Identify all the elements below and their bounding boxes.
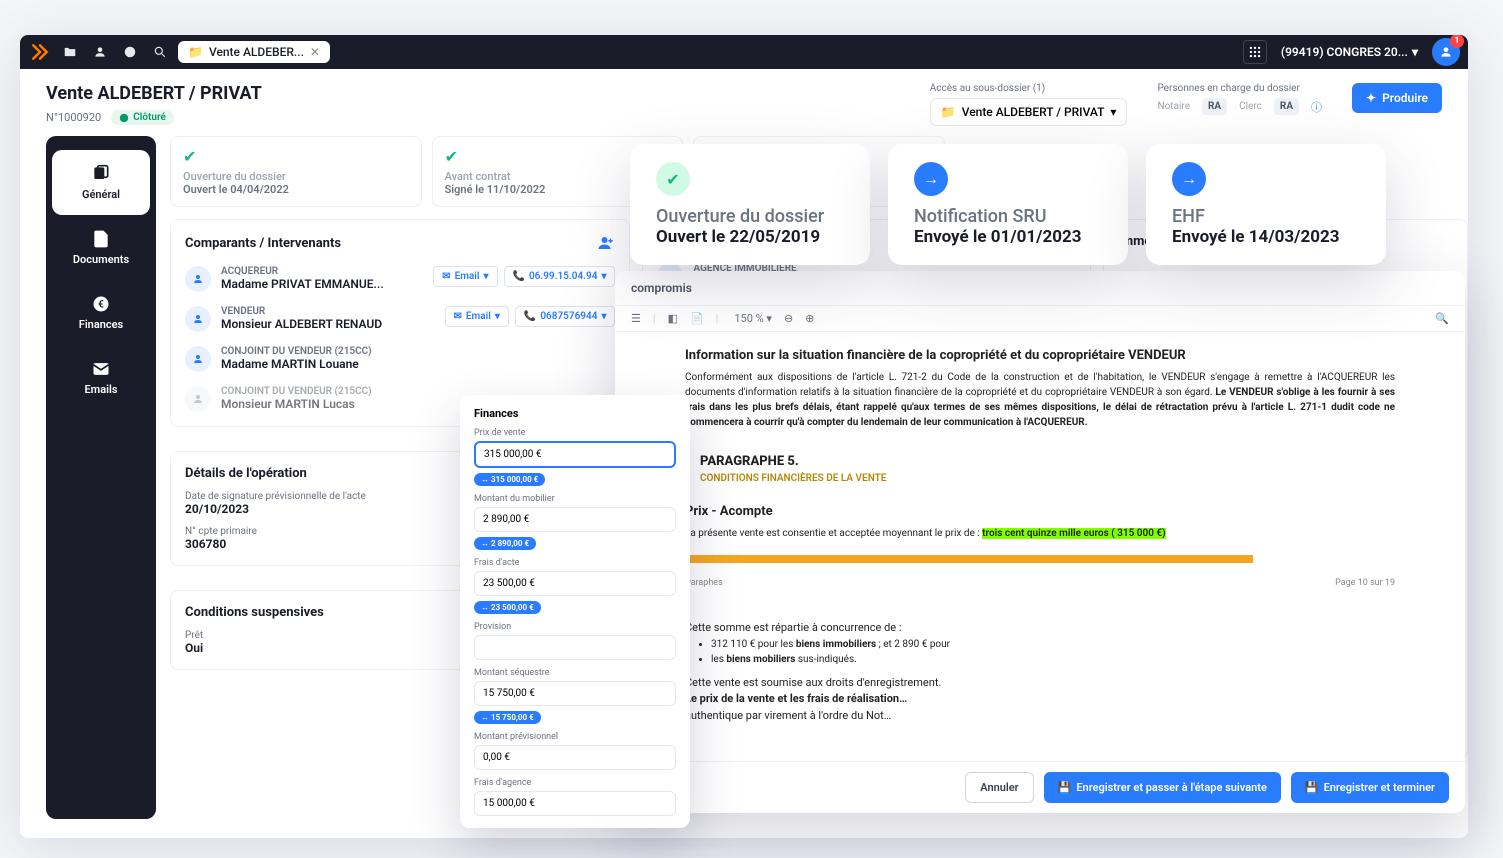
phone-button[interactable]: 📞 06.99.15.04.94 ▾ (504, 266, 616, 287)
clerc-badge[interactable]: RA (1274, 98, 1299, 115)
sidebar-icon[interactable]: ◧ (668, 312, 678, 325)
doc-content[interactable]: Information sur la situation financière … (615, 332, 1465, 761)
zoom-out-icon[interactable]: ⊖ (784, 312, 793, 325)
dossier-id: N°1000920 (46, 111, 101, 124)
email-button[interactable]: ✉ Email ▾ (445, 306, 509, 327)
email-button[interactable]: ✉ Email ▾ (433, 266, 497, 287)
access-label: Accès au sous-dossier (1) (930, 83, 1128, 94)
cancel-button[interactable]: Annuler (965, 772, 1033, 803)
charge-label: Personnes en charge du dossier (1157, 83, 1322, 94)
tab-label: Vente ALDEBER... (209, 45, 304, 59)
folder-icon[interactable] (58, 40, 82, 64)
price-highlight: trois cent quinze mille euros ( 315 000 … (982, 528, 1165, 539)
paraphes-line (685, 555, 1395, 563)
user-icon (185, 346, 211, 372)
page-header: Vente ALDEBERT / PRIVAT N°1000920 Clôtur… (20, 69, 1468, 136)
apps-grid-icon[interactable] (1243, 40, 1267, 64)
popup-step-ehf: → EHF Envoyé le 14/03/2023 (1146, 144, 1386, 265)
profile-avatar[interactable] (1432, 38, 1460, 66)
prix-chip[interactable]: ↔ 315 000,00 € (474, 473, 545, 486)
topbar: 📁 Vente ALDEBER... ✕ (99419) CONGRES 20.… (20, 35, 1468, 69)
comparants-title: Comparants / Intervenants (185, 236, 341, 251)
paragraph-heading: PARAGRAPHE 5. CONDITIONS FINANCIÈRES DE … (685, 446, 1395, 493)
provision-input[interactable] (474, 635, 676, 660)
save-icon: 💾 (1305, 781, 1319, 794)
sequestre-chip[interactable]: ↔ 15 750,00 € (474, 711, 541, 724)
save-icon: 💾 (1058, 781, 1072, 794)
folder-icon: 📁 (188, 45, 203, 59)
previsionnel-input[interactable] (474, 745, 676, 770)
close-icon[interactable]: ✕ (310, 45, 320, 59)
phone-button[interactable]: 📞 0687576944 ▾ (515, 306, 616, 327)
user-icon (185, 386, 211, 412)
org-selector[interactable]: (99419) CONGRES 20...▾ (1273, 45, 1426, 59)
folder-icon: 📁 (941, 105, 956, 119)
menu-icon[interactable]: ☰ (631, 312, 641, 325)
side-nav: Général Documents € Finances Emails (46, 136, 156, 819)
popup-step-ouverture: ✔ Ouverture du dossier Ouvert le 22/05/2… (630, 144, 870, 265)
arrow-right-icon: → (914, 162, 948, 196)
save-finish-button[interactable]: 💾Enregistrer et terminer (1291, 772, 1449, 803)
step-ouverture[interactable]: ✔Ouverture du dossierOuvert le 04/04/202… (170, 136, 422, 207)
doc-name: compromis (631, 281, 692, 295)
finances-panel: Finances Prix de vente ↔ 315 000,00 € Mo… (460, 395, 690, 828)
zoom-select[interactable]: 150 % ▾ (734, 312, 772, 325)
prix-vente-input[interactable] (474, 441, 676, 468)
check-icon: ✔ (656, 162, 690, 196)
save-next-button[interactable]: 💾Enregistrer et passer à l'étape suivant… (1044, 772, 1281, 803)
status-badge: Clôturé (111, 110, 174, 125)
app-logo[interactable] (28, 40, 52, 64)
produire-button[interactable]: ✦ Produire (1352, 83, 1442, 113)
chevron-down-icon: ▾ (1110, 105, 1116, 119)
user-icon (185, 266, 211, 292)
party-conjoint1[interactable]: CONJOINT DU VENDEUR (215CC)Madame MARTIN… (185, 346, 615, 372)
subfolder-selector[interactable]: 📁 Vente ALDEBERT / PRIVAT ▾ (930, 98, 1128, 126)
sequestre-input[interactable] (474, 681, 676, 706)
zoom-in-icon[interactable]: ⊕ (805, 312, 814, 325)
popup-step-sru: → Notification SRU Envoyé le 01/01/2023 (888, 144, 1128, 265)
frais-chip[interactable]: ↔ 23 500,00 € (474, 601, 541, 614)
frais-input[interactable] (474, 571, 676, 596)
arrow-right-icon: → (1172, 162, 1206, 196)
chevron-down-icon: ▾ (1412, 45, 1418, 59)
nav-finances[interactable]: € Finances (46, 280, 156, 345)
agence-input[interactable] (474, 791, 676, 816)
user-icon (185, 306, 211, 332)
user-icon[interactable] (88, 40, 112, 64)
add-user-icon[interactable] (597, 234, 615, 252)
search-icon[interactable] (148, 40, 172, 64)
mobilier-input[interactable] (474, 507, 676, 532)
party-acquereur[interactable]: ACQUEREURMadame PRIVAT EMMANUE... ✉ Emai… (185, 266, 615, 292)
nav-general[interactable]: Général (52, 150, 150, 215)
nav-documents[interactable]: Documents (46, 215, 156, 280)
check-icon: ✔ (183, 147, 409, 166)
notaire-badge[interactable]: RA (1202, 98, 1227, 115)
document-editor: compromis ☰ | ◧ 📄 | 150 % ▾ ⊖ ⊕ 🔍 Inform… (615, 271, 1465, 813)
nav-emails[interactable]: Emails (46, 345, 156, 410)
svg-text:€: € (98, 299, 104, 310)
party-vendeur[interactable]: VENDEURMonsieur ALDEBERT RENAUD ✉ Email … (185, 306, 615, 332)
page-icon[interactable]: 📄 (690, 312, 704, 325)
active-tab[interactable]: 📁 Vente ALDEBER... ✕ (178, 41, 330, 63)
page-title: Vente ALDEBERT / PRIVAT (46, 83, 262, 104)
search-icon[interactable]: 🔍 (1435, 312, 1449, 325)
info-icon[interactable]: ⓘ (1311, 99, 1322, 115)
wand-icon: ✦ (1366, 91, 1376, 105)
chart-icon[interactable] (118, 40, 142, 64)
mobilier-chip[interactable]: ↔ 2 890,00 € (474, 537, 536, 550)
doc-toolbar: ☰ | ◧ 📄 | 150 % ▾ ⊖ ⊕ 🔍 (615, 306, 1465, 332)
